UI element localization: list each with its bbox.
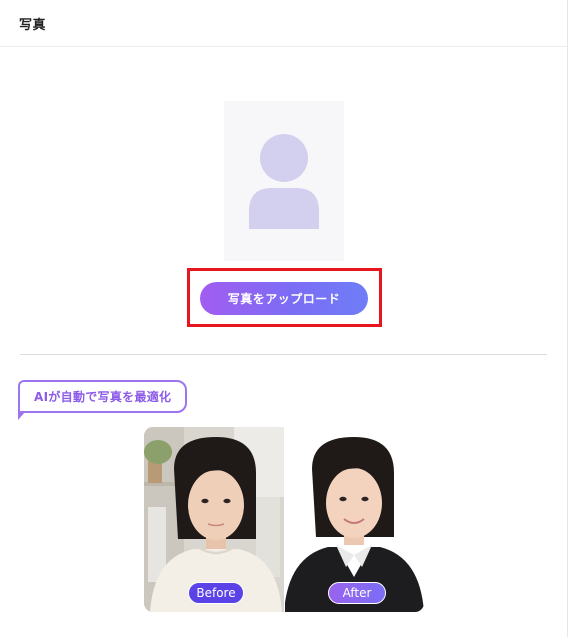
ai-optimize-label: AIが自動で写真を最適化 (34, 390, 172, 404)
after-image: After (284, 427, 424, 612)
comparison-split-line (284, 427, 285, 612)
photo-panel: 写真 写真をアップロード AIが自動で写真を最適化 Before After (0, 0, 568, 637)
divider (20, 354, 547, 355)
panel-title: 写真 (19, 17, 47, 33)
avatar-placeholder-icon (249, 134, 319, 229)
before-image: Before (144, 427, 284, 612)
after-label: After (328, 582, 386, 604)
before-label: Before (188, 582, 244, 604)
ai-optimize-badge: AIが自動で写真を最適化 (18, 380, 188, 420)
photo-placeholder (224, 101, 344, 261)
badge-tail (18, 412, 25, 420)
panel-header: 写真 (0, 0, 567, 47)
upload-photo-button[interactable]: 写真をアップロード (200, 282, 368, 315)
before-after-comparison: Before After (144, 427, 424, 612)
